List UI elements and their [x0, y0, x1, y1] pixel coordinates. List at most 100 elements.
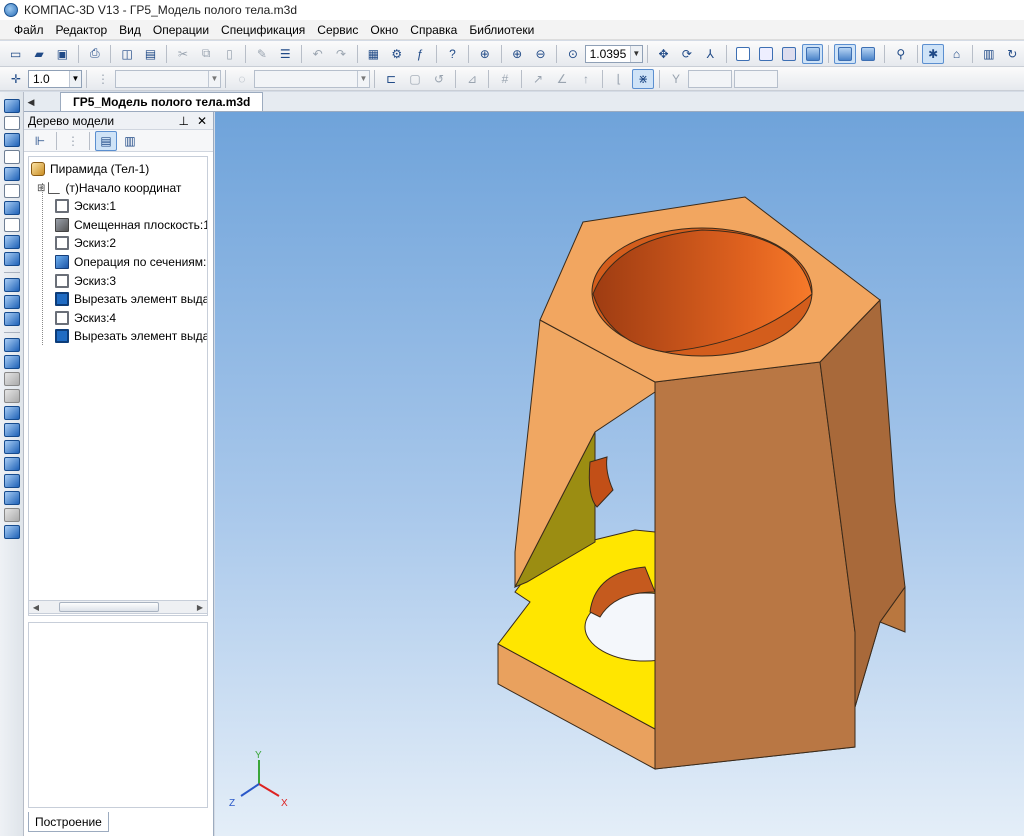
- variables-icon[interactable]: ▦: [363, 44, 384, 64]
- menu-libraries[interactable]: Библиотеки: [463, 23, 540, 37]
- shaded-edges-icon[interactable]: [834, 43, 856, 64]
- tree-item-sketch-3[interactable]: Эскиз:3: [55, 272, 116, 290]
- redo-icon[interactable]: ↷: [330, 44, 351, 64]
- tree-item-cut-extrude-2[interactable]: Вырезать элемент выдав.: [55, 327, 207, 345]
- coord-x-field[interactable]: [688, 69, 732, 88]
- zoom-out-icon[interactable]: ⊖: [530, 44, 551, 64]
- format-brush-icon[interactable]: ✎: [251, 44, 272, 64]
- report-icon[interactable]: [3, 235, 20, 249]
- pin-icon[interactable]: ⊥: [178, 114, 188, 128]
- step-input[interactable]: 1.0 ▼: [28, 69, 82, 88]
- rebuild-icon[interactable]: ↻: [1002, 44, 1023, 64]
- component-edit-icon[interactable]: ▢: [404, 69, 426, 89]
- menu-specification[interactable]: Спецификация: [215, 23, 311, 37]
- menu-view[interactable]: Вид: [113, 23, 147, 37]
- tree-item-cut-extrude-1[interactable]: Вырезать элемент выдав.: [55, 290, 207, 308]
- chamfer-icon[interactable]: [3, 423, 20, 437]
- sheet-metal-icon[interactable]: [3, 252, 20, 266]
- coord-y-field[interactable]: [734, 69, 778, 88]
- extrude-icon[interactable]: [3, 278, 20, 292]
- shaded-icon[interactable]: [802, 43, 824, 64]
- hole-icon[interactable]: [3, 440, 20, 454]
- cut-loft-icon[interactable]: [3, 389, 20, 403]
- snap-icon[interactable]: ✱: [922, 43, 944, 64]
- help-cursor-icon[interactable]: ?: [442, 44, 463, 64]
- thin-lines-icon[interactable]: [779, 44, 800, 64]
- scroll-right-icon[interactable]: ▶: [193, 603, 207, 612]
- tree-root[interactable]: Пирамида (Тел-1): [31, 160, 149, 178]
- spec-icon[interactable]: [3, 218, 20, 232]
- menu-help[interactable]: Справка: [404, 23, 463, 37]
- save-icon[interactable]: ▣: [52, 44, 73, 64]
- new-document-icon[interactable]: ▭: [5, 44, 26, 64]
- print-icon[interactable]: ⎙: [84, 44, 105, 64]
- sweep-icon[interactable]: [3, 312, 20, 326]
- tree-item-sketch-4[interactable]: Эскиз:4: [55, 309, 116, 327]
- cut-extrude-icon[interactable]: [3, 338, 20, 352]
- hidden-lines-icon[interactable]: [755, 44, 776, 64]
- tree-item-loft[interactable]: Операция по сечениям:1: [55, 253, 207, 271]
- filters-icon[interactable]: [3, 201, 20, 215]
- lock-icon[interactable]: ⌂: [946, 44, 967, 64]
- layer-icon[interactable]: ⋮: [92, 69, 114, 89]
- undo-icon[interactable]: ↶: [307, 44, 328, 64]
- tab-scroll-left-icon[interactable]: ◀: [24, 93, 38, 111]
- style-icon[interactable]: ◌: [231, 69, 253, 89]
- chevron-down-icon[interactable]: ▼: [69, 70, 81, 87]
- zoom-in-icon[interactable]: ⊕: [506, 44, 527, 64]
- zoom-scale-input[interactable]: 1.0395 ▼: [584, 44, 643, 63]
- paste-icon[interactable]: ▯: [219, 44, 240, 64]
- menu-editor[interactable]: Редактор: [50, 23, 114, 37]
- surfaces-icon[interactable]: [3, 133, 20, 147]
- rib-icon[interactable]: [3, 457, 20, 471]
- expand-icon[interactable]: ⊞: [37, 183, 45, 194]
- aux-geometry-icon[interactable]: [3, 167, 20, 181]
- close-icon[interactable]: ✕: [197, 114, 207, 128]
- revolve-icon[interactable]: [3, 295, 20, 309]
- array-icon[interactable]: [3, 150, 20, 164]
- curves-icon[interactable]: [3, 116, 20, 130]
- pan-icon[interactable]: ✥: [653, 44, 674, 64]
- library-manager-icon[interactable]: ⚙: [386, 44, 407, 64]
- zoom-scale-icon[interactable]: ⊙: [562, 44, 583, 64]
- menu-operations[interactable]: Операции: [147, 23, 215, 37]
- tree-display-icon[interactable]: ▤: [95, 130, 117, 151]
- properties-icon[interactable]: ☰: [275, 44, 296, 64]
- ortho-icon[interactable]: ↗: [527, 69, 549, 89]
- tab-build[interactable]: Построение: [28, 812, 109, 832]
- tree-filter-icon[interactable]: ▥: [119, 131, 141, 151]
- tree-item-offset-plane[interactable]: Смещенная плоскость:1: [55, 216, 207, 234]
- menu-service[interactable]: Сервис: [311, 23, 364, 37]
- section-icon[interactable]: [3, 508, 20, 522]
- cut-sweep-icon[interactable]: [3, 372, 20, 386]
- round-mode-icon[interactable]: ⋇: [632, 68, 654, 89]
- chevron-down-icon[interactable]: ▼: [629, 45, 642, 62]
- menu-window[interactable]: Окно: [364, 23, 404, 37]
- grid-icon[interactable]: #: [494, 69, 516, 89]
- style-select[interactable]: ▼: [254, 69, 370, 88]
- part-icon[interactable]: [3, 99, 20, 113]
- function-icon[interactable]: ƒ: [409, 44, 430, 64]
- open-folder-icon[interactable]: ▰: [28, 44, 49, 64]
- arrow-up-icon[interactable]: ↑: [575, 69, 597, 89]
- local-cs-icon[interactable]: ⊿: [461, 69, 483, 89]
- scrollbar-thumb[interactable]: [59, 602, 159, 612]
- rotate-icon[interactable]: ⟳: [676, 44, 697, 64]
- tree-horizontal-scrollbar[interactable]: ◀ ▶: [28, 600, 208, 614]
- cut-revolve-icon[interactable]: [3, 355, 20, 369]
- menu-file[interactable]: Файл: [8, 23, 50, 37]
- tree-structure-icon[interactable]: ⊩: [29, 131, 51, 151]
- ortho-mode-icon[interactable]: ⌊: [608, 69, 630, 89]
- angle-icon[interactable]: ∠: [551, 69, 573, 89]
- coordinates-icon[interactable]: Y: [665, 69, 687, 89]
- step-cursor-icon[interactable]: ✛: [5, 69, 27, 89]
- shell-icon[interactable]: [3, 474, 20, 488]
- orientation-icon[interactable]: ⅄: [700, 44, 721, 64]
- layer-select[interactable]: ▼: [115, 69, 221, 88]
- scroll-left-icon[interactable]: ◀: [29, 603, 43, 612]
- perspective-icon[interactable]: [858, 44, 879, 64]
- parameter-icon[interactable]: ↺: [428, 69, 450, 89]
- sketch-mode-icon[interactable]: ⊏: [380, 69, 402, 89]
- tree-item-origin[interactable]: ⊞ (т)Начало координат: [37, 179, 181, 197]
- preview-icon[interactable]: ◫: [116, 44, 137, 64]
